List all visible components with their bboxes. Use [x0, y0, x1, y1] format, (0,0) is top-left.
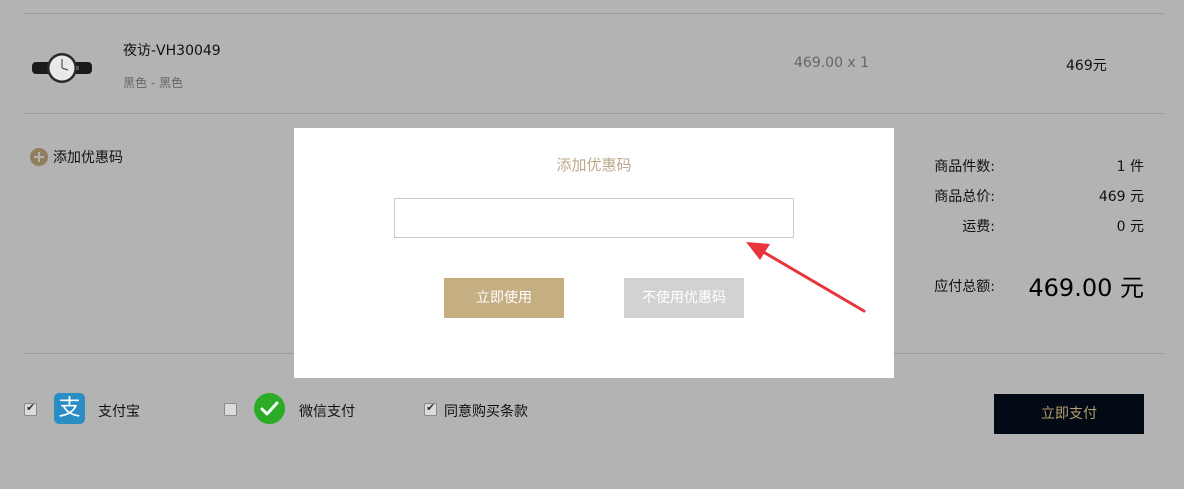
- items-count-label: 商品件数:: [934, 159, 995, 175]
- total-value: 469.00 元: [1028, 274, 1144, 302]
- agree-terms-checkbox[interactable]: [424, 401, 437, 416]
- alipay-icon: 支: [54, 393, 85, 424]
- alipay-label[interactable]: 支付宝: [98, 401, 140, 421]
- pay-now-button[interactable]: 立即支付: [994, 394, 1144, 434]
- subtotal-value: 469 元: [1098, 189, 1144, 205]
- product-name[interactable]: 夜访-VH30049: [123, 40, 221, 60]
- apply-coupon-button[interactable]: 立即使用: [444, 278, 564, 318]
- wechat-pay-checkbox[interactable]: [224, 403, 237, 416]
- total-label: 应付总额:: [934, 279, 995, 295]
- add-coupon-label: 添加优惠码: [53, 150, 123, 166]
- shipping-value: 0 元: [1116, 219, 1144, 235]
- agree-terms-label[interactable]: 同意购买条款: [444, 401, 528, 421]
- coupon-modal-title: 添加优惠码: [556, 156, 632, 174]
- shipping-label: 运费:: [962, 219, 995, 235]
- product-spec: 黑色 - 黑色: [123, 76, 183, 90]
- product-divider: [24, 113, 1164, 114]
- annotation-arrow-icon: [746, 242, 866, 313]
- wechat-pay-icon: [254, 393, 285, 424]
- items-count-value: 1 件: [1116, 159, 1144, 175]
- skip-coupon-button[interactable]: 不使用优惠码: [624, 278, 744, 318]
- top-divider: [24, 13, 1164, 14]
- product-line-total: 469元: [1066, 58, 1107, 74]
- add-coupon-link[interactable]: 添加优惠码: [30, 147, 123, 167]
- product-price-qty: 469.00 x 1: [794, 55, 870, 71]
- subtotal-label: 商品总价:: [934, 189, 995, 205]
- watch-product-image: [32, 53, 92, 83]
- coupon-code-input[interactable]: [394, 198, 794, 238]
- alipay-checkbox[interactable]: [24, 401, 37, 416]
- wechat-pay-label[interactable]: 微信支付: [299, 401, 355, 421]
- plus-circle-icon: [30, 148, 48, 166]
